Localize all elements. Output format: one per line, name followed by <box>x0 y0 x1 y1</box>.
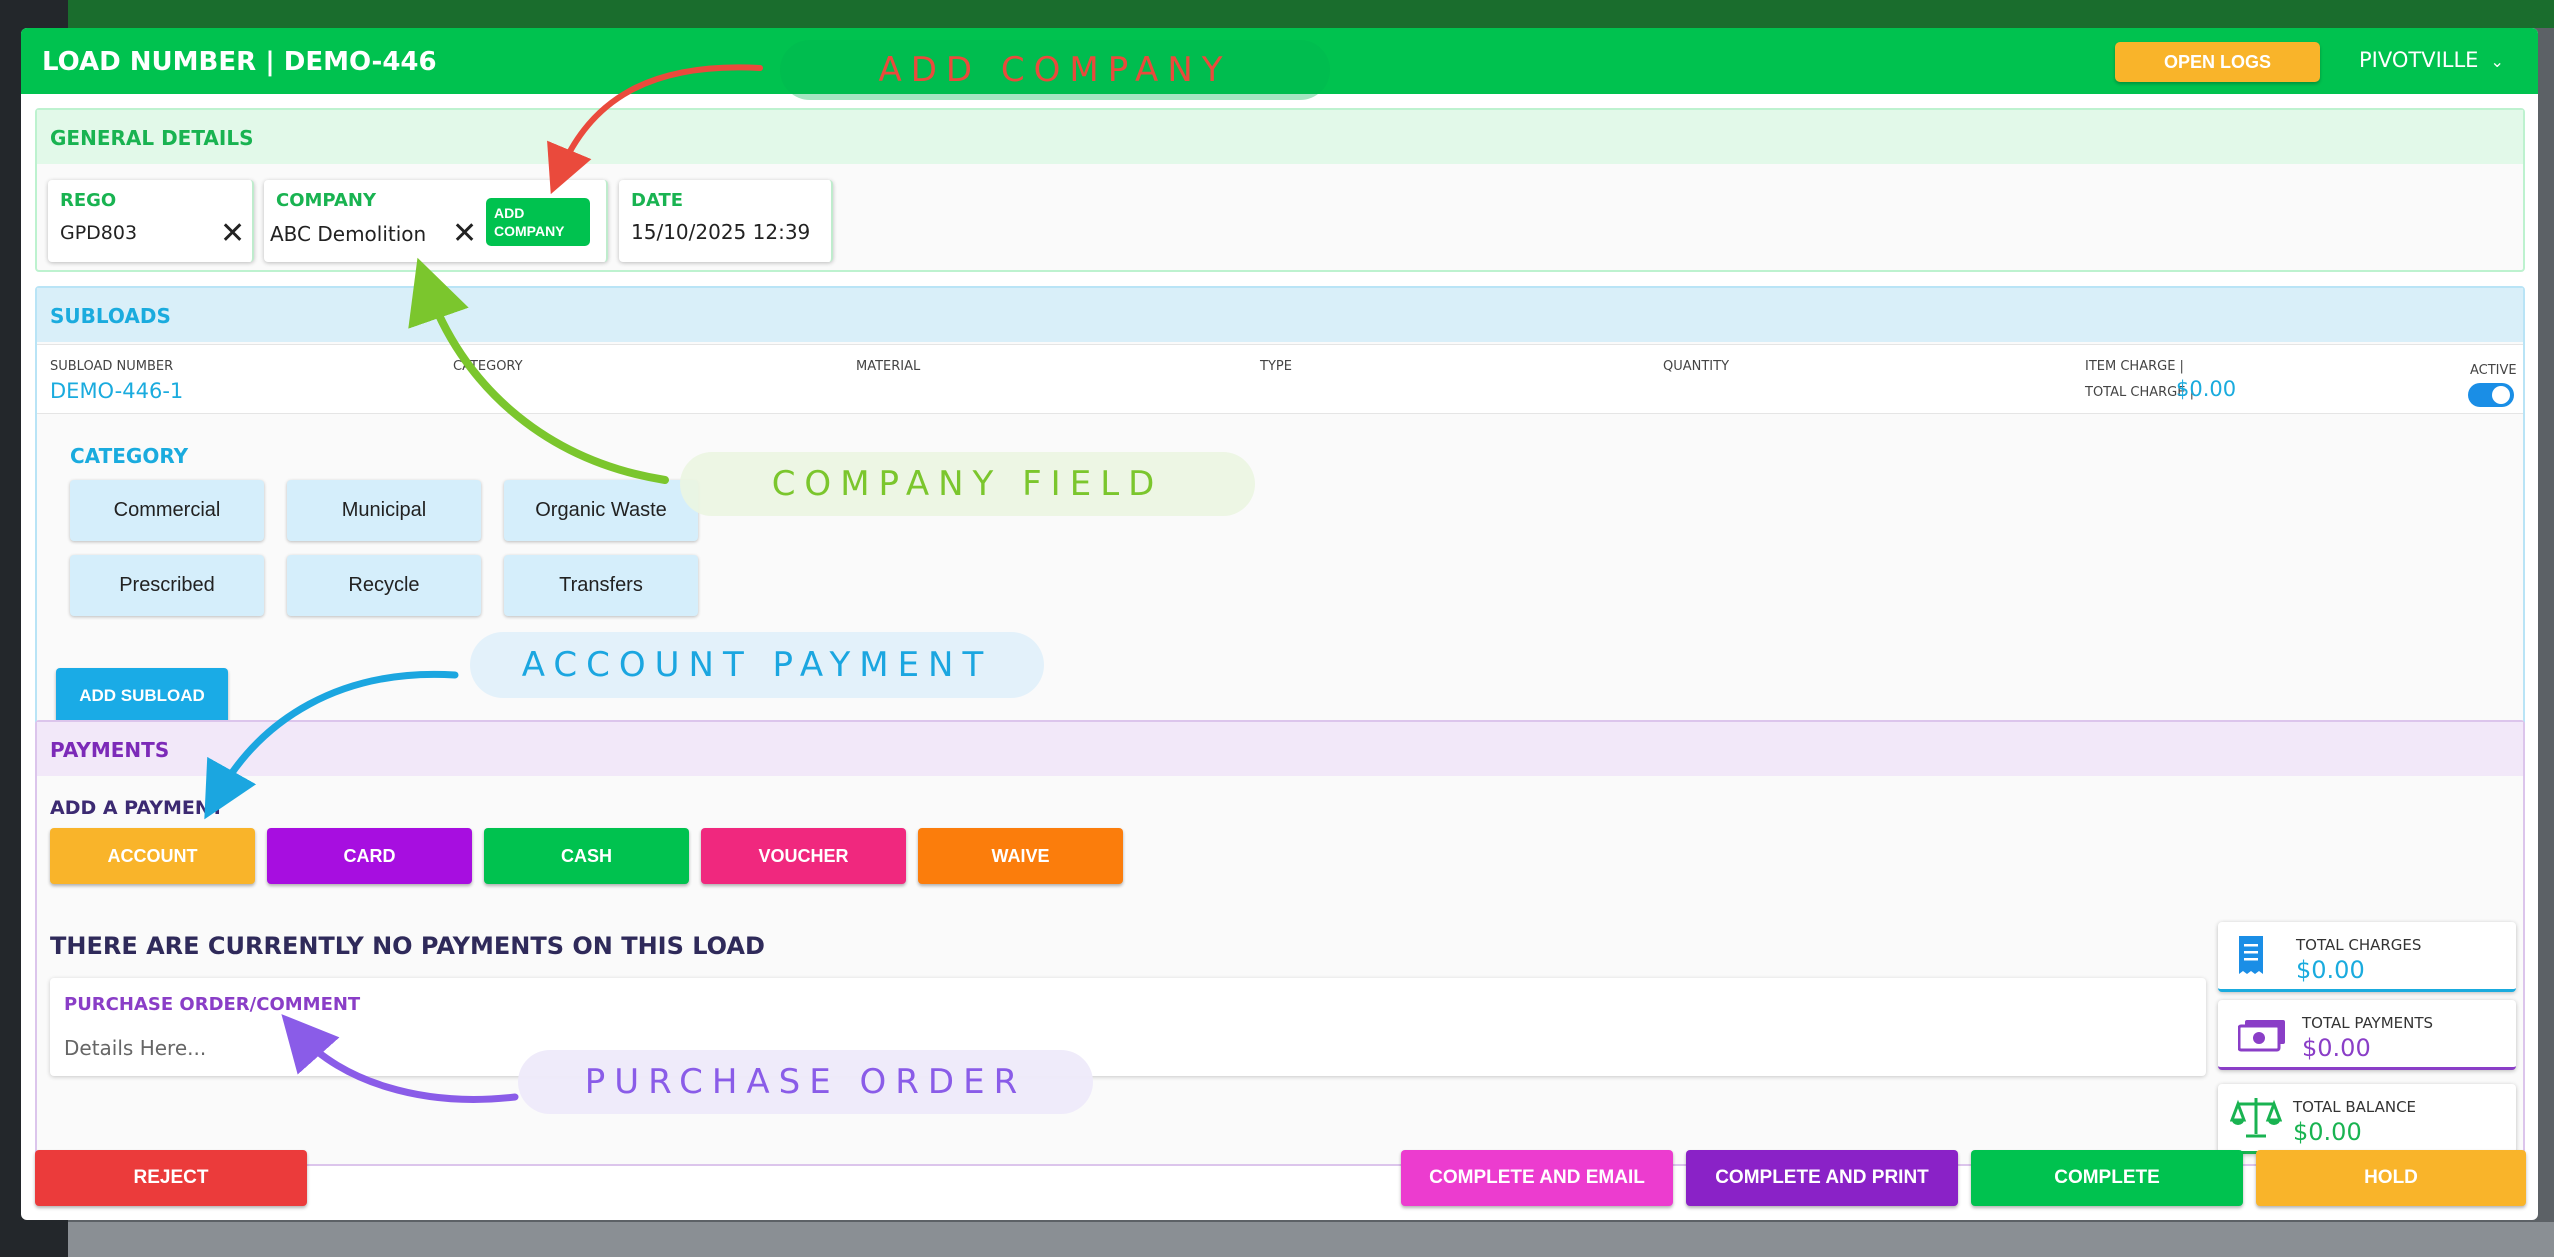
total-payments-label: TOTAL PAYMENTS <box>2302 1014 2434 1032</box>
reject-button[interactable]: REJECT <box>35 1150 307 1206</box>
total-charges-value: $0.00 <box>2296 956 2365 984</box>
complete-button[interactable]: COMPLETE <box>1971 1150 2243 1206</box>
col-subload-number: SUBLOAD NUMBER <box>50 359 174 374</box>
total-charges-label: TOTAL CHARGES <box>2296 936 2422 954</box>
company-field[interactable]: COMPANY ABC Demolition ✕ ADD COMPANY <box>264 180 608 262</box>
col-item-charge: ITEM CHARGE | <box>2085 359 2184 374</box>
add-subload-button[interactable]: ADD SUBLOAD <box>56 668 228 724</box>
clear-company-icon[interactable]: ✕ <box>452 216 477 251</box>
purchase-order-input[interactable] <box>64 1032 2184 1064</box>
annotation-add-company: ADD COMPANY <box>780 40 1330 100</box>
rego-value: GPD803 <box>60 222 138 244</box>
category-municipal[interactable]: Municipal <box>287 480 481 541</box>
col-material: MATERIAL <box>856 359 921 374</box>
site-selector[interactable]: PIVOTVILLE ⌄ <box>2359 48 2504 72</box>
date-value: 15/10/2025 12:39 <box>631 220 811 244</box>
chevron-down-icon: ⌄ <box>2490 52 2504 71</box>
rego-field[interactable]: REGO GPD803 ✕ <box>48 180 254 262</box>
total-charges-card: TOTAL CHARGES $0.00 <box>2218 922 2516 992</box>
backdrop-bottom-band <box>68 1222 2554 1257</box>
total-charge-value: $0.00 <box>2176 377 2237 401</box>
voucher-payment-button[interactable]: VOUCHER <box>701 828 906 884</box>
clear-rego-icon[interactable]: ✕ <box>220 216 245 251</box>
annotation-purchase-order: PURCHASE ORDER <box>518 1050 1093 1114</box>
add-company-line-1: ADD <box>494 205 525 221</box>
company-label: COMPANY <box>276 190 376 211</box>
subload-row[interactable]: SUBLOAD NUMBER CATEGORY MATERIAL TYPE QU… <box>37 344 2523 414</box>
purchase-order-box: PURCHASE ORDER/COMMENT <box>50 978 2206 1076</box>
general-details-title: GENERAL DETAILS <box>37 110 2523 164</box>
toggle-knob <box>2492 386 2510 404</box>
receipt-icon <box>2236 934 2266 982</box>
active-toggle[interactable] <box>2468 383 2514 407</box>
add-company-button[interactable]: ADD COMPANY <box>486 198 590 246</box>
subloads-title: SUBLOADS <box>37 288 2523 342</box>
total-payments-card: TOTAL PAYMENTS $0.00 <box>2218 1000 2516 1070</box>
account-payment-button[interactable]: ACCOUNT <box>50 828 255 884</box>
active-label: ACTIVE <box>2470 363 2517 378</box>
complete-and-email-button[interactable]: COMPLETE AND EMAIL <box>1401 1150 1673 1206</box>
rego-label: REGO <box>60 190 117 211</box>
col-quantity: QUANTITY <box>1663 359 1730 374</box>
annotation-account-payment: ACCOUNT PAYMENT <box>470 632 1044 698</box>
company-value: ABC Demolition <box>270 222 427 246</box>
total-payments-value: $0.00 <box>2302 1034 2371 1062</box>
total-balance-card: TOTAL BALANCE $0.00 <box>2218 1084 2516 1154</box>
card-payment-button[interactable]: CARD <box>267 828 472 884</box>
site-name: PIVOTVILLE <box>2359 48 2479 72</box>
open-logs-button[interactable]: OPEN LOGS <box>2115 42 2320 82</box>
subloads-section: SUBLOADS SUBLOAD NUMBER CATEGORY MATERIA… <box>35 286 2525 736</box>
backdrop-top-band <box>0 0 2554 28</box>
category-transfers[interactable]: Transfers <box>504 555 698 616</box>
date-field[interactable]: DATE 15/10/2025 12:39 <box>619 180 833 262</box>
cash-payment-button[interactable]: CASH <box>484 828 689 884</box>
total-balance-value: $0.00 <box>2293 1118 2362 1146</box>
date-label: DATE <box>631 190 684 211</box>
complete-and-print-button[interactable]: COMPLETE AND PRINT <box>1686 1150 1958 1206</box>
hold-button[interactable]: HOLD <box>2256 1150 2526 1206</box>
cash-icon <box>2237 1018 2286 1056</box>
purchase-order-label: PURCHASE ORDER/COMMENT <box>64 994 361 1015</box>
subload-number-link[interactable]: DEMO-446-1 <box>50 379 183 403</box>
category-organic-waste[interactable]: Organic Waste <box>504 480 698 541</box>
waive-payment-button[interactable]: WAIVE <box>918 828 1123 884</box>
add-payment-title: ADD A PAYMENT <box>50 797 224 819</box>
modal-title: LOAD NUMBER | DEMO-446 <box>42 47 437 77</box>
category-title: CATEGORY <box>70 444 189 468</box>
payments-section: PAYMENTS ADD A PAYMENT ACCOUNT CARD CASH… <box>35 720 2525 1166</box>
category-recycle[interactable]: Recycle <box>287 555 481 616</box>
scale-icon <box>2229 1094 2283 1144</box>
no-payments-message: THERE ARE CURRENTLY NO PAYMENTS ON THIS … <box>50 932 765 960</box>
add-company-line-2: COMPANY <box>494 223 565 239</box>
payments-title: PAYMENTS <box>37 722 2523 776</box>
category-commercial[interactable]: Commercial <box>70 480 264 541</box>
col-type: TYPE <box>1260 359 1292 374</box>
total-balance-label: TOTAL BALANCE <box>2293 1098 2417 1116</box>
load-modal: LOAD NUMBER | DEMO-446 OPEN LOGS PIVOTVI… <box>21 28 2538 1220</box>
category-prescribed[interactable]: Prescribed <box>70 555 264 616</box>
general-details-section: GENERAL DETAILS REGO GPD803 ✕ COMPANY AB… <box>35 108 2525 272</box>
annotation-company-field: COMPANY FIELD <box>680 452 1255 516</box>
col-category: CATEGORY <box>453 359 523 374</box>
